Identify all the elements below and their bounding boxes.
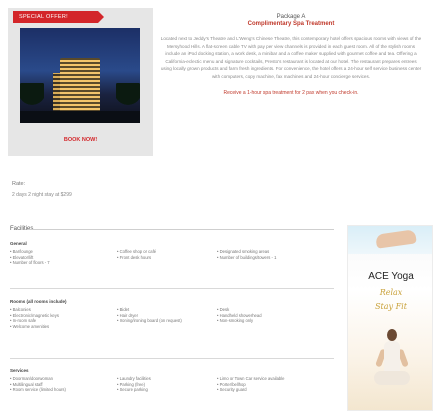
- facility-column: • Designated smoking areas • Number of b…: [217, 249, 334, 266]
- hotel-photo-ground: [20, 111, 140, 123]
- ad-figure-head: [387, 329, 397, 341]
- facilities-section-services: Services • Doorman/doorwoman • Multiling…: [10, 365, 334, 415]
- ad-title: ACE Yoga: [368, 271, 414, 282]
- ad-yoga-figure: [374, 329, 410, 401]
- facility-item: • Number of buildings/towers - 1: [217, 254, 277, 260]
- rate-block: Rate: 2 days 2 night stay at $299: [12, 181, 72, 198]
- special-offer-tag: SPECIAL OFFER!: [13, 11, 104, 23]
- facility-column: • Coffee shop or café • Front desk hours: [117, 249, 217, 266]
- ad-top-photo-figure: [375, 229, 417, 249]
- facility-item: • Ironing/ironing board (on request): [117, 318, 182, 323]
- package-panel: SPECIAL OFFER! BOOK NOW! Package A Compl…: [8, 8, 428, 165]
- section-heading: Rooms (all rooms include): [10, 299, 67, 304]
- ad-top-photo: [348, 226, 432, 254]
- facility-columns: • Balconies • Electronic/magnetic keys •…: [10, 307, 334, 329]
- facility-item: • Security guard: [217, 387, 247, 392]
- package-details: Package A Complimentary Spa Treatment Lo…: [158, 14, 424, 96]
- ad-tagline-2: Stay Fit: [375, 302, 407, 311]
- facility-item: • Number of floors - 7: [10, 260, 50, 265]
- facility-column: • Laundry facilities • Parking (free) • …: [117, 376, 217, 393]
- facility-column: • Doorman/doorwoman • Multilingual staff…: [10, 376, 117, 393]
- facility-item: • Room service (limited hours): [10, 387, 66, 392]
- hotel-photo-tower: [60, 58, 100, 118]
- facility-column: • Limo or Town Car service available • P…: [217, 376, 334, 393]
- facilities-divider: [28, 229, 334, 230]
- facility-column: • Balconies • Electronic/magnetic keys •…: [10, 307, 117, 329]
- book-now-link[interactable]: BOOK NOW!: [8, 137, 153, 143]
- facility-column: • Desk • Handheld showerhead • Non-smoki…: [217, 307, 334, 329]
- facility-item: • Welcome amenities: [10, 323, 50, 329]
- facility-item: • Non-smoking only: [217, 318, 254, 323]
- facilities-section-general: General • Bar/lounge • Elevator/lift • N…: [10, 238, 334, 289]
- package-title: Complimentary Spa Treatment: [247, 21, 335, 27]
- facility-item: • Front desk hours: [117, 254, 152, 260]
- rate-value: 2 days 2 night stay at $299: [12, 192, 72, 198]
- section-heading: General: [10, 241, 27, 246]
- ad-tagline-1: Relax: [379, 288, 403, 297]
- facility-item: • Secure parking: [117, 387, 148, 392]
- hotel-photo: [20, 28, 140, 123]
- facilities-section-rooms: Rooms (all rooms include) • Balconies • …: [10, 296, 334, 359]
- package-offer: Receive a 1-hour spa treatment for 2 pax…: [223, 90, 359, 96]
- facility-column: • Bidet • Hair dryer • Ironing/ironing b…: [117, 307, 217, 329]
- facility-columns: • Bar/lounge • Elevator/lift • Number of…: [10, 249, 334, 266]
- package-number: Package A: [276, 14, 306, 20]
- ad-figure-body: [384, 341, 400, 373]
- ad-figure-legs: [374, 371, 410, 385]
- rate-label: Rate:: [12, 181, 26, 187]
- facility-column: • Bar/lounge • Elevator/lift • Number of…: [10, 249, 117, 266]
- section-heading: Services: [10, 368, 29, 373]
- package-photo-card: SPECIAL OFFER! BOOK NOW!: [8, 8, 153, 156]
- yoga-ad-banner[interactable]: ACE Yoga Relax Stay Fit: [347, 225, 433, 411]
- package-description: Located next to Jeddy's Theatre and L'We…: [160, 36, 422, 79]
- facility-columns: • Doorman/doorwoman • Multilingual staff…: [10, 376, 334, 393]
